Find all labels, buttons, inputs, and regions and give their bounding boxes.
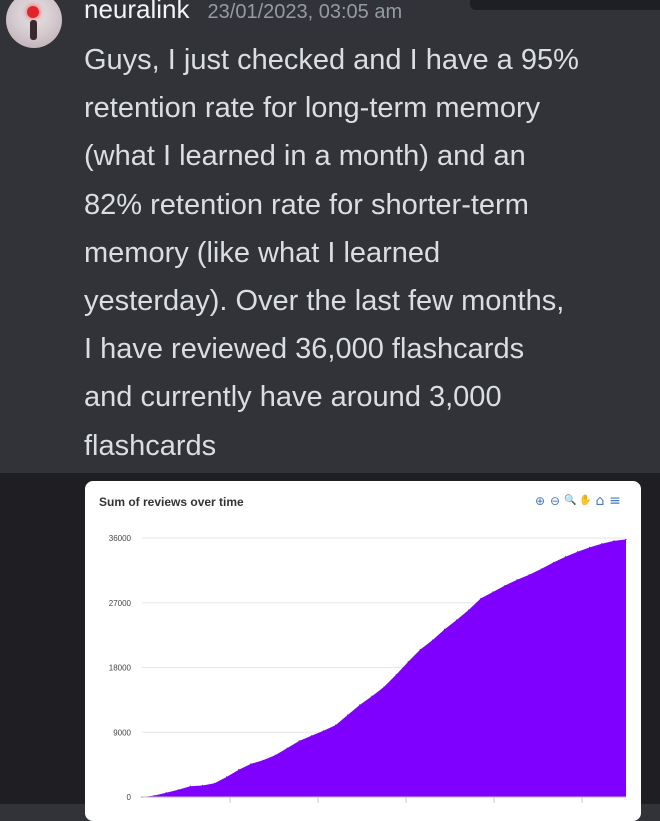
data-point — [613, 540, 615, 542]
data-point — [504, 584, 506, 587]
username[interactable]: neuralink — [84, 0, 190, 25]
chart-image-attachment[interactable]: Sum of reviews over time ⊕ ⊖ 🔍 ✋ ⌂ ≡ 0 90… — [85, 481, 641, 821]
data-point — [431, 639, 433, 641]
data-point — [347, 714, 349, 716]
data-point — [310, 735, 312, 737]
data-point — [407, 661, 409, 663]
message-header: neuralink 23/01/2023, 03:05 am — [84, 0, 402, 30]
data-point — [226, 776, 228, 778]
data-point — [177, 789, 179, 791]
data-point — [153, 794, 155, 797]
timestamp[interactable]: 23/01/2023, 03:05 am — [208, 1, 403, 24]
data-point — [201, 784, 204, 787]
y-tick-label: 27000 — [109, 599, 132, 608]
y-tick-label: 9000 — [113, 728, 131, 737]
y-tick-label: 36000 — [109, 534, 132, 543]
data-point — [601, 543, 603, 545]
avatar-red-light — [27, 6, 39, 18]
data-point — [250, 763, 252, 765]
data-point — [359, 704, 361, 706]
message-line: I have reviewed 36,000 flashcards — [84, 333, 525, 366]
data-point — [577, 551, 579, 553]
message-line: flashcards — [84, 429, 217, 462]
message-line: yesterday). Over the last few months, — [84, 285, 565, 318]
data-point — [492, 591, 494, 593]
data-point — [371, 695, 373, 697]
data-point — [528, 574, 530, 576]
data-point — [322, 730, 325, 732]
data-point — [443, 628, 446, 630]
data-point — [516, 579, 518, 581]
data-point — [238, 769, 240, 771]
message-line: 82% retention rate for shorter-term — [84, 188, 529, 221]
data-point — [540, 568, 542, 570]
data-point — [456, 619, 458, 621]
avatar-figure — [30, 20, 37, 40]
message-line: (what I learned in a month) and an — [84, 140, 526, 173]
message-line: memory (like what I learned — [84, 236, 441, 269]
data-point — [625, 538, 627, 541]
data-point — [589, 546, 591, 548]
data-point — [274, 754, 276, 756]
data-point — [383, 686, 385, 688]
message-line: and currently have around 3,000 — [84, 381, 502, 414]
message-content: Guys, I just checked and I have a 95% re… — [84, 36, 644, 470]
data-point — [480, 597, 482, 600]
data-point — [298, 740, 300, 742]
data-point — [552, 561, 554, 564]
chart-plot: 0 9000 18000 27000 36000 — [109, 534, 627, 803]
data-point — [165, 792, 167, 794]
message-line: retention rate for long-term memory — [84, 92, 541, 125]
message-action-bar[interactable] — [470, 0, 660, 10]
y-tick-label: 18000 — [109, 664, 132, 673]
data-point — [262, 759, 264, 761]
data-point — [189, 785, 191, 787]
series-area — [142, 539, 626, 797]
data-point — [214, 782, 216, 784]
data-point — [419, 648, 421, 651]
message-line: Guys, I just checked and I have a 95% — [84, 44, 579, 76]
data-point — [286, 747, 288, 749]
data-point — [335, 724, 337, 726]
y-tick-label: 0 — [127, 793, 132, 802]
data-point — [395, 674, 397, 676]
data-point — [468, 609, 470, 611]
data-point — [564, 556, 567, 558]
